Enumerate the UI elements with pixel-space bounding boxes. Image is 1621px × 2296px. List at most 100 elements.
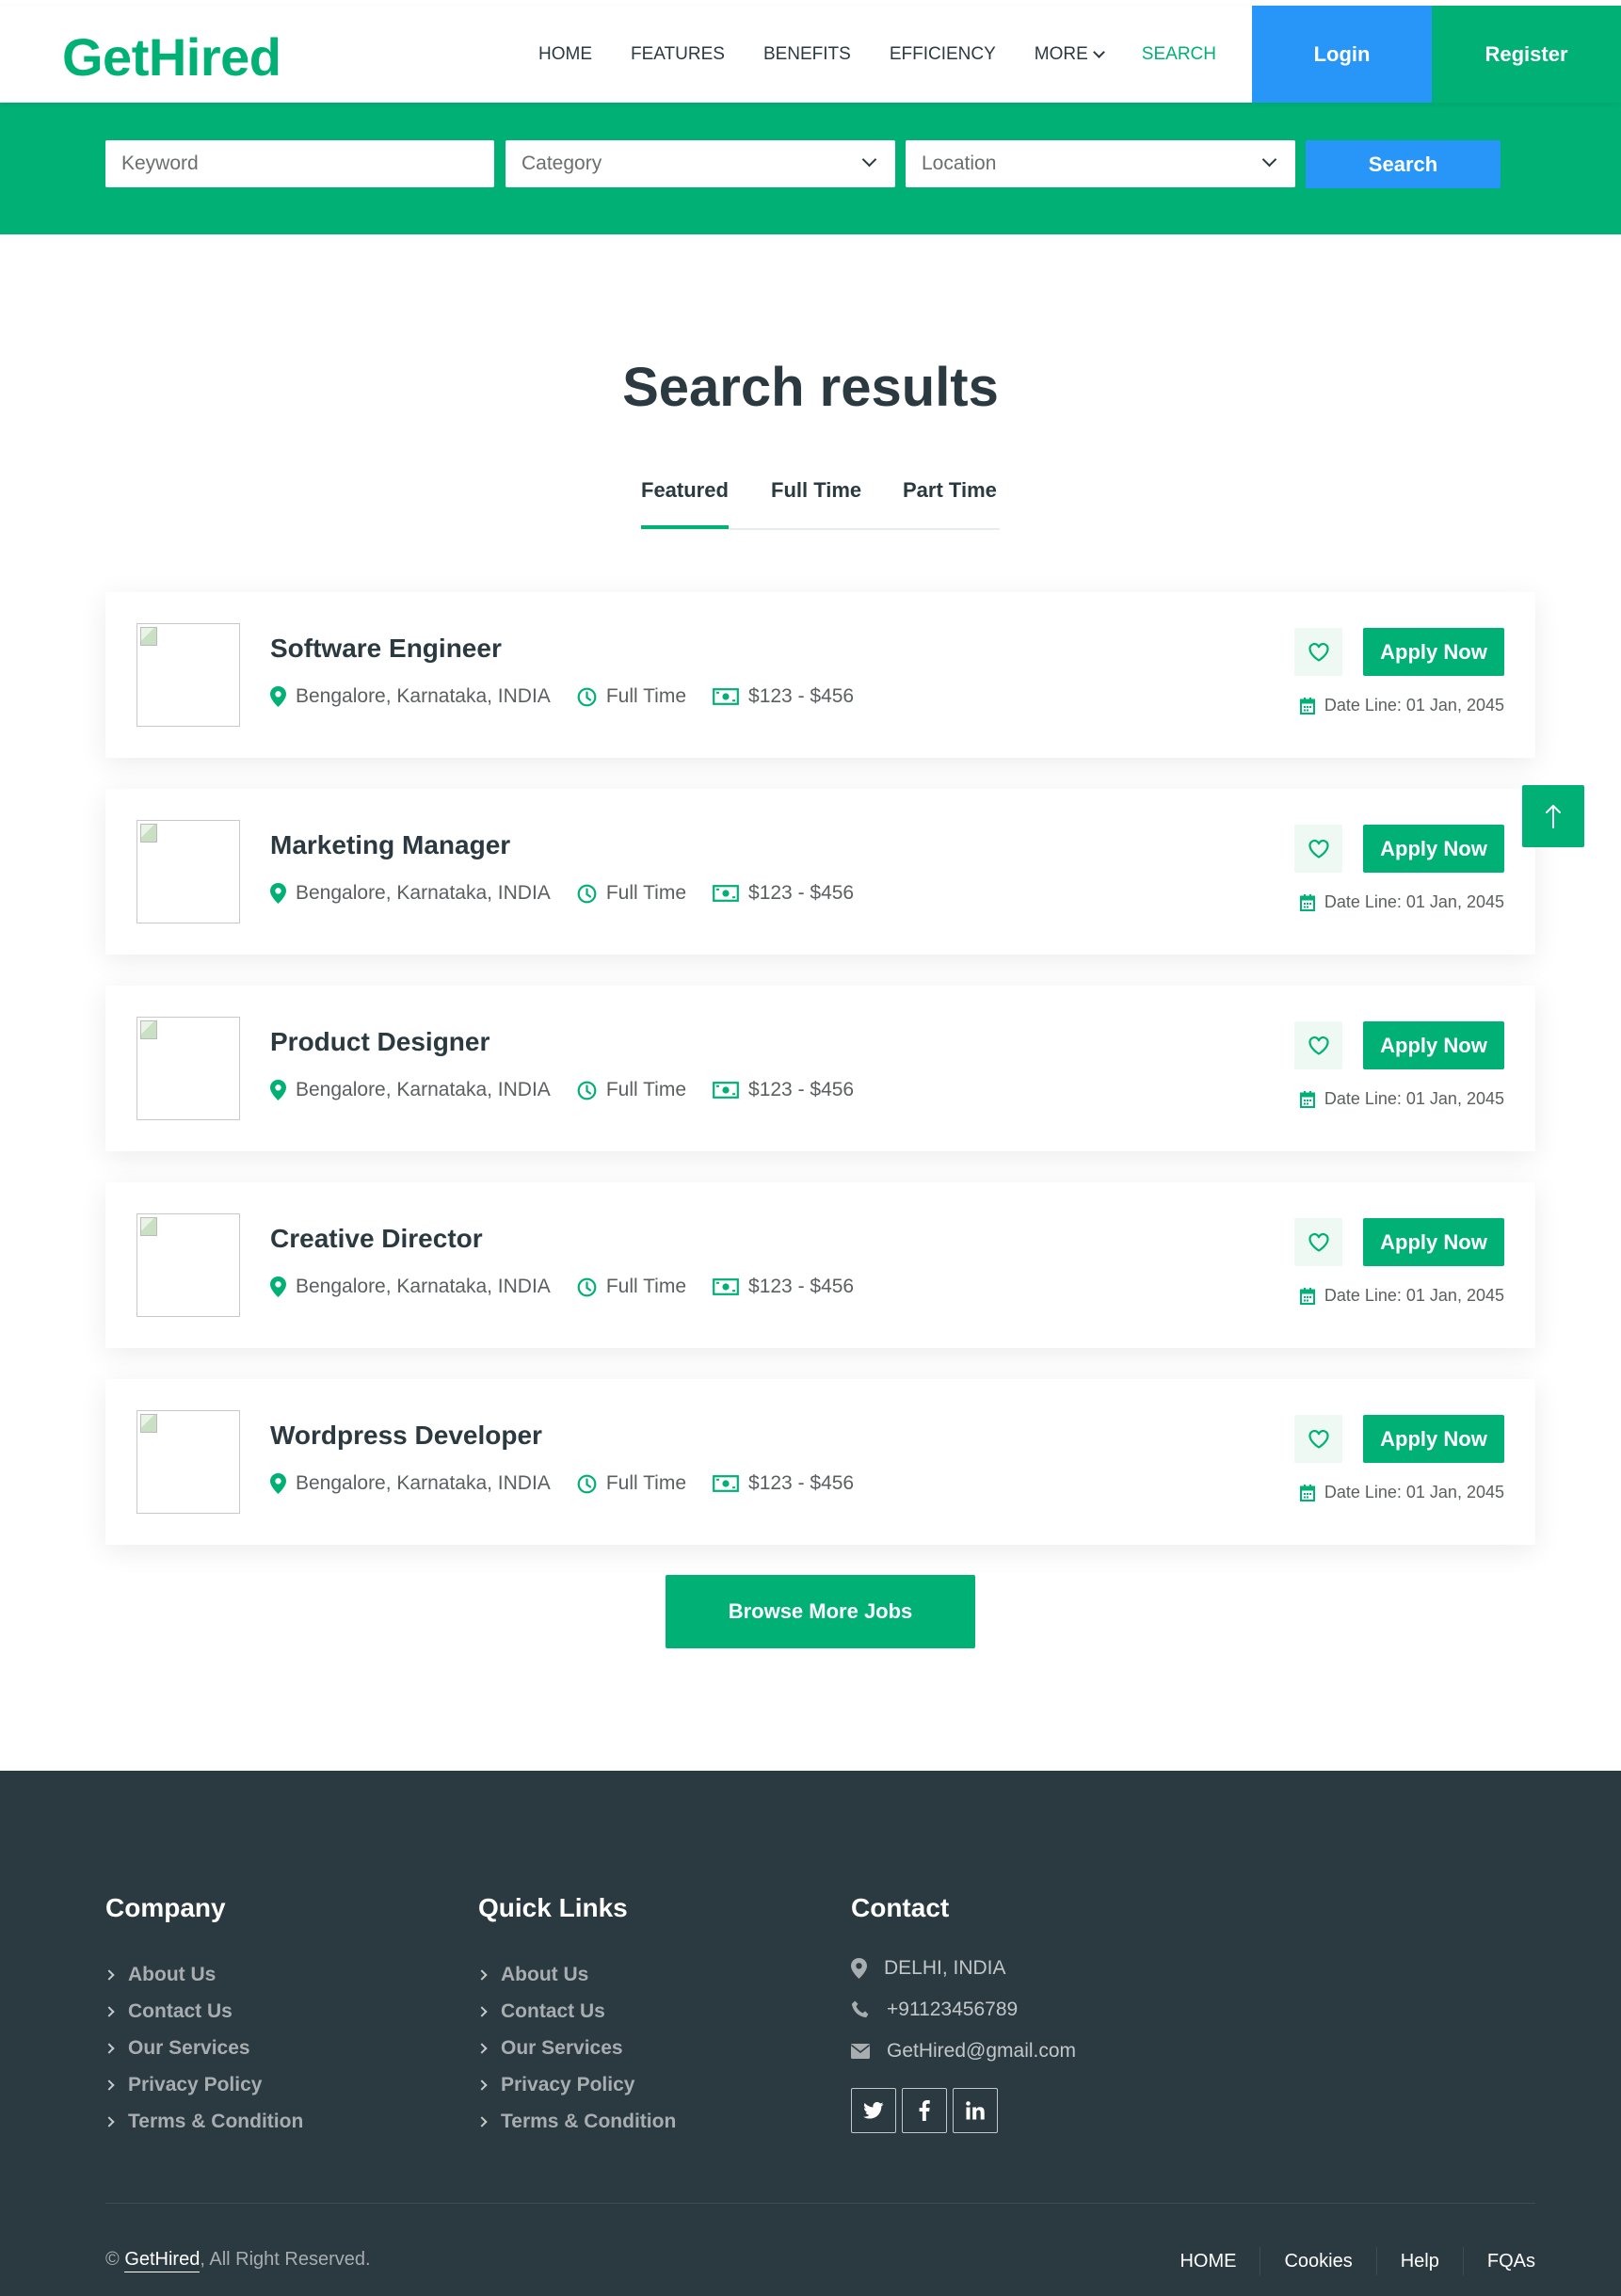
job-deadline: Date Line: 01 Jan, 2045 [1299, 1089, 1504, 1109]
register-button[interactable]: Register [1432, 6, 1621, 103]
bottom-link-faqs[interactable]: FQAs [1487, 2251, 1535, 2272]
footer-link-label: Privacy Policy [128, 2073, 263, 2095]
chevron-down-icon [1092, 45, 1105, 58]
favorite-button[interactable] [1294, 825, 1342, 873]
job-title[interactable]: Wordpress Developer [270, 1421, 542, 1451]
map-pin-icon [270, 1473, 286, 1494]
nav-more[interactable]: MORE [1035, 44, 1105, 65]
footer-link-label: Terms & Condition [128, 2110, 304, 2132]
job-type-text: Full Time [605, 1079, 687, 1100]
favorite-button[interactable] [1294, 1415, 1342, 1463]
job-salary: $123 - $456 [713, 1472, 854, 1495]
location-select[interactable]: Location [906, 140, 1295, 187]
footer-link[interactable]: About Us [104, 1956, 303, 1993]
nav-search[interactable]: SEARCH [1142, 44, 1216, 65]
apply-now-button[interactable]: Apply Now [1363, 628, 1504, 676]
footer-link[interactable]: Privacy Policy [104, 2066, 303, 2103]
main-nav: HOME FEATURES BENEFITS EFFICIENCY MORE S… [538, 6, 1255, 103]
footer-link-label: Contact Us [128, 1999, 233, 2022]
nav-features[interactable]: FEATURES [631, 44, 725, 65]
calendar-icon [1299, 893, 1315, 911]
nav-efficiency[interactable]: EFFICIENCY [890, 44, 996, 65]
site-logo[interactable]: GetHired [62, 26, 281, 88]
job-title[interactable]: Software Engineer [270, 634, 502, 664]
chevron-right-icon [476, 1968, 488, 1981]
job-type-text: Full Time [605, 1276, 687, 1297]
heart-icon [1308, 1429, 1329, 1449]
search-bar: Keyword Category Location Search [0, 103, 1621, 234]
favorite-button[interactable] [1294, 628, 1342, 676]
job-meta: Bengalore, Karnataka, INDIA Full Time $1… [270, 882, 880, 905]
job-title[interactable]: Creative Director [270, 1224, 483, 1254]
footer-link[interactable]: Our Services [476, 2030, 676, 2066]
apply-now-button[interactable]: Apply Now [1363, 1021, 1504, 1069]
footer-link[interactable]: Our Services [104, 2030, 303, 2066]
heart-icon [1308, 642, 1329, 662]
job-deadline-text: Date Line: 01 Jan, 2045 [1324, 696, 1504, 714]
clock-icon [577, 884, 597, 903]
favorite-button[interactable] [1294, 1021, 1342, 1069]
money-icon [713, 1082, 739, 1099]
footer-link[interactable]: Terms & Condition [104, 2103, 304, 2140]
job-type-text: Full Time [605, 882, 687, 904]
footer-link-label: Our Services [128, 2036, 250, 2059]
facebook-icon [919, 2100, 930, 2121]
scroll-to-top-button[interactable] [1522, 785, 1584, 847]
footer-link[interactable]: Contact Us [476, 1993, 676, 2030]
search-button[interactable]: Search [1306, 140, 1501, 188]
footer-link[interactable]: Contact Us [104, 1993, 303, 2030]
footer-link[interactable]: About Us [476, 1956, 676, 1993]
clock-icon [577, 1474, 597, 1493]
job-salary-text: $123 - $456 [748, 1079, 855, 1100]
apply-now-button[interactable]: Apply Now [1363, 825, 1504, 873]
job-type: Full Time [577, 1276, 686, 1298]
keyword-input[interactable]: Keyword [105, 140, 494, 187]
footer-link-label: Privacy Policy [501, 2073, 635, 2095]
twitter-button[interactable] [851, 2088, 896, 2133]
job-type: Full Time [577, 1472, 686, 1495]
contact-email[interactable]: GetHired@gmail.com [851, 2040, 1076, 2063]
footer-quick-links: About Us Contact Us Our Services Privacy… [476, 1956, 676, 2140]
bottom-link-cookies[interactable]: Cookies [1284, 2251, 1352, 2272]
category-select[interactable]: Category [506, 140, 895, 187]
nav-benefits[interactable]: BENEFITS [763, 44, 851, 65]
contact-phone[interactable]: +91123456789 [851, 1999, 1018, 2021]
browse-more-jobs-button[interactable]: Browse More Jobs [666, 1575, 975, 1648]
facebook-button[interactable] [902, 2088, 947, 2133]
keyword-placeholder: Keyword [121, 153, 199, 174]
linkedin-button[interactable] [953, 2088, 998, 2133]
job-meta: Bengalore, Karnataka, INDIA Full Time $1… [270, 1472, 880, 1495]
tab-featured[interactable]: Featured [641, 478, 729, 529]
company-logo [136, 623, 240, 727]
bottom-link-home[interactable]: HOME [1180, 2251, 1236, 2272]
tab-full-time[interactable]: Full Time [771, 478, 861, 503]
job-type: Full Time [577, 882, 686, 905]
chevron-right-icon [476, 2042, 488, 2054]
nav-home[interactable]: HOME [538, 44, 592, 65]
envelope-icon [851, 2044, 870, 2059]
copyright-symbol: © [105, 2249, 120, 2270]
footer-link[interactable]: Terms & Condition [476, 2103, 676, 2140]
job-card: Software Engineer Bengalore, Karnataka, … [105, 592, 1535, 758]
job-location-text: Bengalore, Karnataka, INDIA [296, 1472, 551, 1494]
footer-link[interactable]: Privacy Policy [476, 2066, 676, 2103]
job-title[interactable]: Product Designer [270, 1027, 490, 1057]
footer-contact-title: Contact [851, 1893, 950, 1922]
category-placeholder: Category [522, 153, 602, 174]
apply-now-button[interactable]: Apply Now [1363, 1218, 1504, 1266]
money-icon [713, 885, 739, 902]
bottom-link-help[interactable]: Help [1401, 2251, 1439, 2272]
copyright-brand-link[interactable]: GetHired [124, 2249, 201, 2272]
heart-icon [1308, 839, 1329, 859]
map-pin-icon [270, 1276, 286, 1297]
footer-company-links: About Us Contact Us Our Services Privacy… [104, 1956, 304, 2140]
tab-part-time[interactable]: Part Time [903, 478, 997, 503]
favorite-button[interactable] [1294, 1218, 1342, 1266]
footer-link-label: About Us [128, 1963, 217, 1985]
apply-now-button[interactable]: Apply Now [1363, 1415, 1504, 1463]
job-location: Bengalore, Karnataka, INDIA [270, 1079, 551, 1101]
login-button[interactable]: Login [1252, 6, 1432, 103]
map-pin-icon [851, 1958, 867, 1979]
job-title[interactable]: Marketing Manager [270, 830, 510, 860]
chevron-right-icon [476, 2079, 488, 2091]
